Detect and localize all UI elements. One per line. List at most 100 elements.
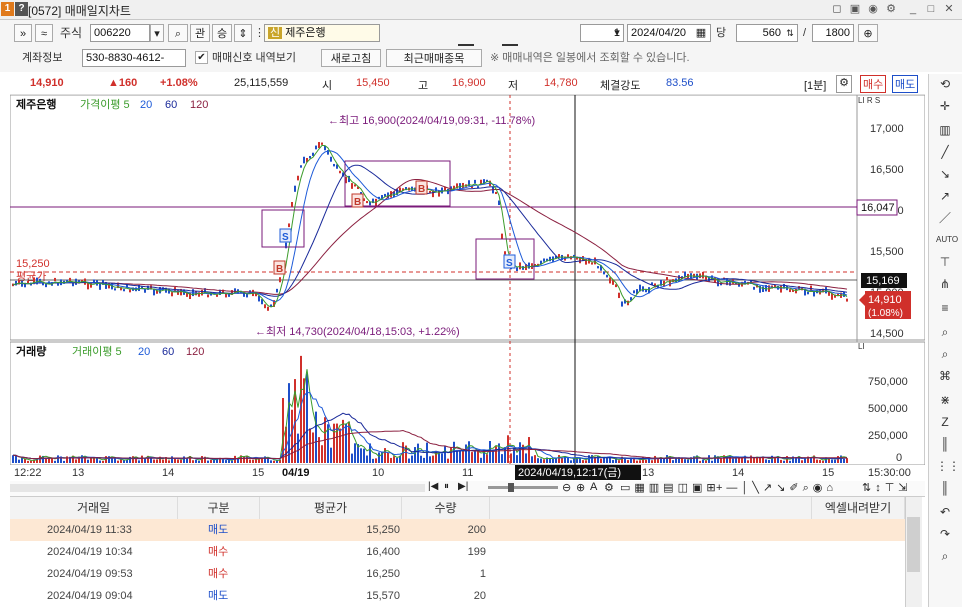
vol-legend-ma120[interactable]: 120 bbox=[186, 346, 204, 358]
stock-name-field[interactable]: 신 제주은행 bbox=[264, 24, 380, 42]
zoom-in-icon[interactable]: ⊕ bbox=[576, 481, 585, 494]
signal-marker[interactable]: S bbox=[279, 228, 292, 243]
redo-icon[interactable]: ↷ bbox=[936, 526, 954, 542]
table-scroll-thumb[interactable] bbox=[907, 517, 920, 572]
auto-tool-icon[interactable]: AUTO bbox=[936, 232, 958, 248]
search-icon[interactable]: ⌕ bbox=[168, 24, 188, 42]
chart-settings-icon[interactable]: ⚙ bbox=[836, 75, 852, 93]
refresh-icon[interactable]: ⟲ bbox=[936, 76, 954, 92]
vol-legend-ma5[interactable]: 거래이평 5 bbox=[72, 345, 122, 358]
settings-icon[interactable]: ⚙ bbox=[604, 481, 614, 494]
settings-gear-icon[interactable]: ⚙ bbox=[884, 2, 898, 16]
volume-bar bbox=[519, 442, 521, 463]
bars-icon[interactable]: ║ bbox=[936, 436, 954, 452]
memo-icon[interactable]: ▣ bbox=[848, 2, 862, 16]
link-icon[interactable]: ◻ bbox=[830, 2, 844, 16]
sell-button[interactable]: 매도 bbox=[892, 75, 919, 93]
misc-tool-icons[interactable]: ⇅↕⊤⇲ bbox=[862, 481, 912, 494]
ray-tool-icon[interactable]: ↗ bbox=[936, 188, 954, 204]
hline-tool-icon[interactable]: ⊤ bbox=[936, 254, 954, 270]
col-price[interactable]: 평균가 bbox=[260, 497, 402, 519]
pause-icon[interactable]: ⏸ bbox=[444, 481, 449, 492]
z-icon[interactable]: Z bbox=[936, 414, 954, 430]
minimize-icon[interactable]: _ bbox=[906, 2, 920, 16]
fibonacci-icon[interactable]: ≡ bbox=[936, 300, 954, 316]
volume-panel[interactable] bbox=[9, 341, 926, 466]
seung-button[interactable]: 승 bbox=[212, 24, 232, 42]
font-icon[interactable]: A bbox=[590, 481, 597, 493]
gwan-button[interactable]: 관 bbox=[190, 24, 210, 42]
legend-ma5[interactable]: 가격이평 5 bbox=[80, 98, 130, 111]
maximize-icon[interactable]: □ bbox=[924, 2, 938, 16]
price-panel[interactable] bbox=[9, 94, 926, 341]
vol-panel-controls-icon[interactable]: LI bbox=[858, 342, 865, 351]
buy-button[interactable]: 매수 bbox=[860, 75, 887, 93]
diagonal-tool-icon[interactable]: ／ bbox=[936, 210, 954, 226]
asset-type-label[interactable]: 주식 bbox=[60, 24, 82, 42]
zoom-slider[interactable] bbox=[488, 486, 558, 489]
count-dropdown-icon[interactable]: ▾ bbox=[610, 24, 624, 42]
window-badge-1[interactable]: 1 bbox=[1, 2, 14, 16]
signal-checkbox[interactable]: ✔ bbox=[195, 51, 208, 64]
signal-checkbox-label[interactable]: 매매신호 내역보기 bbox=[212, 49, 296, 67]
indicator-icon[interactable]: ▥ bbox=[936, 122, 954, 138]
excel-download-button[interactable]: 엑셀내려받기 bbox=[812, 497, 905, 519]
table-row[interactable]: 2024/04/19 10:34 매수 16,400 199 bbox=[10, 541, 905, 563]
total-count-input[interactable]: 1800 bbox=[812, 24, 854, 42]
search-tool-icon[interactable]: ⌕ bbox=[936, 548, 954, 564]
help-badge[interactable]: ? bbox=[15, 2, 28, 16]
magnify-icon[interactable]: ⌕ bbox=[936, 346, 954, 362]
camera-icon[interactable]: ◉ bbox=[866, 2, 880, 16]
table-row[interactable]: 2024/04/19 09:04 매도 15,570 20 bbox=[10, 585, 905, 607]
scroll-first-icon[interactable]: |◀ bbox=[428, 481, 438, 492]
signal-marker[interactable]: S bbox=[503, 254, 516, 269]
table-scrollbar[interactable] bbox=[905, 497, 922, 607]
trend-tool-icon[interactable]: ↘ bbox=[936, 166, 954, 182]
bars-alt-icon[interactable]: ║ bbox=[936, 480, 954, 496]
stock-code-input[interactable]: 006220 bbox=[90, 24, 150, 42]
window-link-icon[interactable]: ≈ bbox=[35, 24, 53, 42]
chart-scrollbar[interactable] bbox=[10, 484, 425, 492]
chart-type-icons[interactable]: ▭▦▥▤◫▣⊞ bbox=[620, 481, 720, 494]
spinner-icon[interactable]: ⇕ bbox=[234, 24, 252, 42]
table-row[interactable]: 2024/04/19 09:53 매수 16,250 1 bbox=[10, 563, 905, 585]
zoom-plus-icon[interactable]: ⊕ bbox=[858, 24, 878, 42]
refresh-button[interactable]: 새로고침 bbox=[321, 49, 381, 67]
signal-marker[interactable]: B bbox=[351, 193, 364, 208]
price-tick: 16,500 bbox=[870, 164, 904, 176]
recent-stocks-button[interactable]: 최근매매종목 bbox=[386, 49, 482, 67]
line-tool-icon[interactable]: ╱ bbox=[936, 144, 954, 160]
volume-bar bbox=[780, 459, 782, 463]
panel-controls-icon[interactable]: LI R S bbox=[858, 96, 880, 105]
table-row[interactable]: 2024/04/19 11:33 매도 15,250 200 bbox=[10, 519, 905, 541]
col-type[interactable]: 구분 bbox=[178, 497, 260, 519]
undo-icon[interactable]: ↶ bbox=[936, 504, 954, 520]
zoom-out-icon[interactable]: ⊖ bbox=[562, 481, 571, 494]
signal-marker[interactable]: B bbox=[273, 260, 286, 275]
signal-marker[interactable]: B bbox=[415, 180, 428, 195]
zoom-tool-icon[interactable]: ⌕ bbox=[936, 324, 954, 340]
expand-left-icon[interactable]: » bbox=[14, 24, 32, 42]
dang-spin-icon[interactable]: ⇅ bbox=[784, 25, 796, 41]
code-dropdown-icon[interactable]: ▾ bbox=[150, 24, 164, 42]
vol-legend-ma20[interactable]: 20 bbox=[138, 346, 150, 358]
legend-ma60[interactable]: 60 bbox=[165, 99, 177, 111]
legend-ma20[interactable]: 20 bbox=[140, 99, 152, 111]
col-date[interactable]: 거래일 bbox=[10, 497, 178, 519]
cycle-icon[interactable]: ⌘ bbox=[936, 368, 954, 384]
chart-area[interactable]: 17,000 16,500 16,000 15,500 15,000 14,50… bbox=[9, 94, 926, 480]
scroll-last-icon[interactable]: ▶| bbox=[458, 481, 468, 492]
grid-icon[interactable]: ⋮⋮ bbox=[936, 458, 960, 474]
close-icon[interactable]: ✕ bbox=[942, 2, 956, 16]
col-qty[interactable]: 수량 bbox=[402, 497, 490, 519]
vol-legend-ma60[interactable]: 60 bbox=[162, 346, 174, 358]
calendar-icon[interactable]: ▦ bbox=[694, 25, 708, 41]
candle bbox=[15, 280, 17, 286]
legend-ma120[interactable]: 120 bbox=[190, 99, 208, 111]
all-tool-icon[interactable]: ⋔ bbox=[936, 276, 954, 292]
account-select[interactable]: 530-8830-4612- bbox=[82, 49, 186, 67]
zoom-slider-thumb[interactable] bbox=[508, 483, 514, 492]
crosshair-icon[interactable]: ✛ bbox=[936, 98, 954, 114]
fan-icon[interactable]: ⋇ bbox=[936, 392, 954, 408]
draw-tool-icons[interactable]: +—│╲↗↘✐⌕◉⌂ bbox=[716, 481, 837, 495]
